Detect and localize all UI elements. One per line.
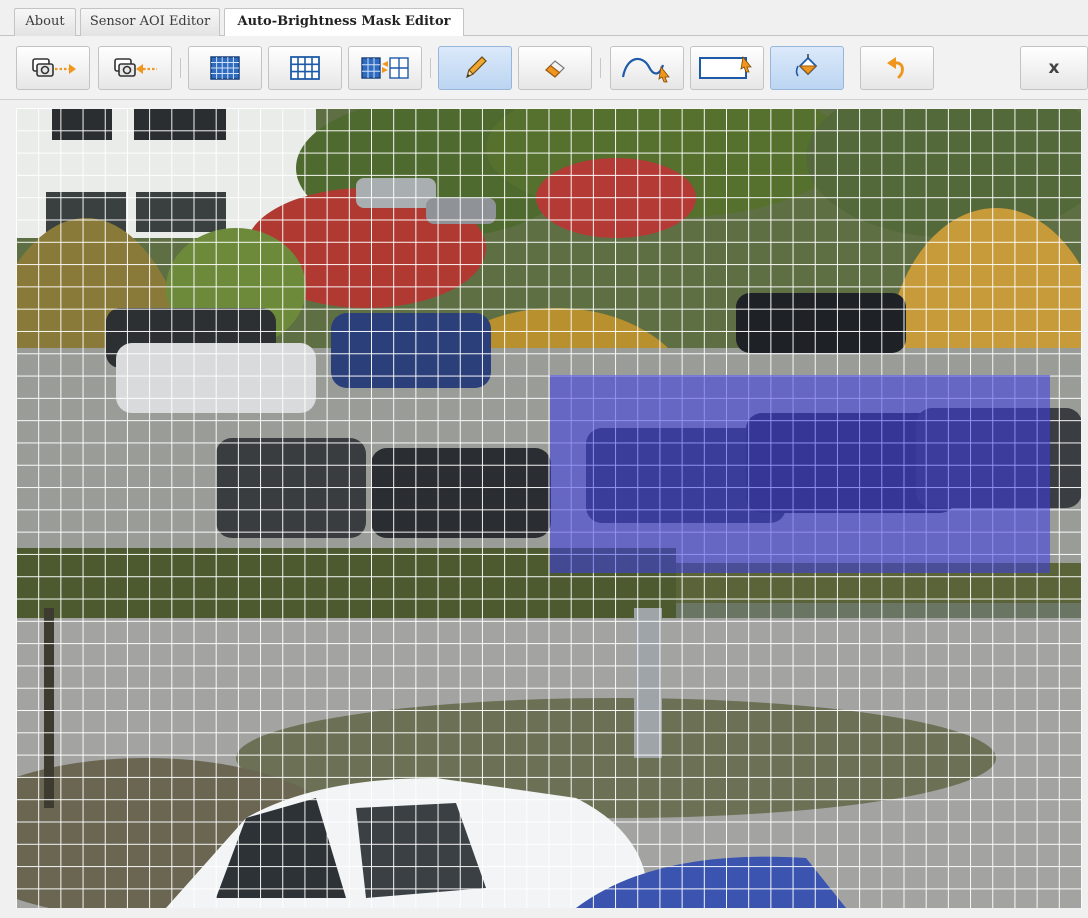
rectangle-select-button[interactable] xyxy=(690,46,764,90)
undo-button[interactable] xyxy=(860,46,934,90)
camera-image-canvas[interactable] xyxy=(16,108,1082,908)
coarse-grid-icon xyxy=(290,56,320,80)
camera-arrow-left-icon xyxy=(114,58,157,77)
curve-select-icon xyxy=(621,57,670,83)
tab-about[interactable]: About xyxy=(14,8,76,36)
freehand-select-button[interactable] xyxy=(610,46,684,90)
toolbar-separator xyxy=(600,58,601,78)
coarse-grid-button[interactable] xyxy=(268,46,342,90)
fill-tool-button[interactable] xyxy=(770,46,844,90)
fine-grid-button[interactable] xyxy=(188,46,262,90)
copy-mask-from-button[interactable] xyxy=(98,46,172,90)
toolbar-separator xyxy=(430,58,431,78)
copy-mask-to-button[interactable] xyxy=(16,46,90,90)
tab-bar: About Sensor AOI Editor Auto-Brightness … xyxy=(0,0,1088,37)
close-button[interactable]: x xyxy=(1020,46,1088,90)
camera-arrow-right-icon xyxy=(32,58,76,77)
toolbar: x xyxy=(0,36,1088,100)
parking-lot-image xyxy=(16,108,1082,908)
pencil-icon xyxy=(466,56,487,79)
tab-auto-brightness-mask-editor[interactable]: Auto-Brightness Mask Editor xyxy=(224,8,464,37)
eraser-icon xyxy=(545,60,565,78)
undo-icon xyxy=(887,57,904,79)
tab-sensor-aoi-editor[interactable]: Sensor AOI Editor xyxy=(80,8,220,36)
pencil-tool-button[interactable] xyxy=(438,46,512,90)
toolbar-separator xyxy=(180,58,181,78)
close-icon: x xyxy=(1048,58,1060,78)
rectangle-select-icon xyxy=(699,56,752,79)
eraser-tool-button[interactable] xyxy=(518,46,592,90)
fine-grid-icon xyxy=(210,56,240,80)
grid-resize-button[interactable] xyxy=(348,46,422,90)
grid-resize-icon xyxy=(361,57,409,79)
paint-bucket-icon xyxy=(795,54,818,77)
